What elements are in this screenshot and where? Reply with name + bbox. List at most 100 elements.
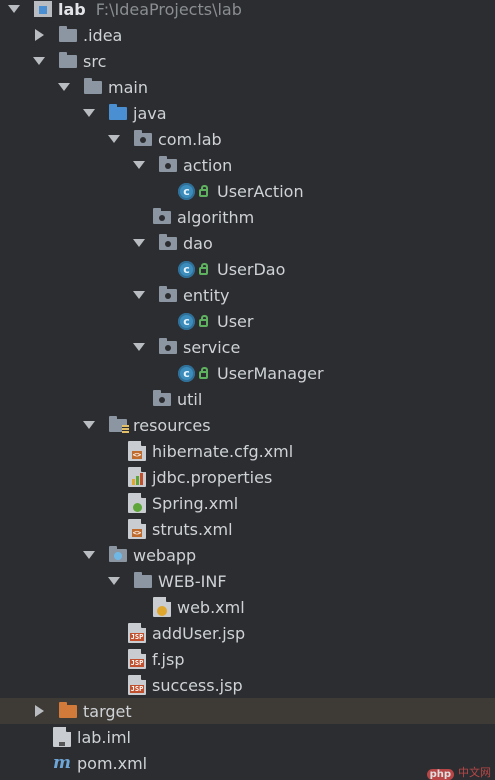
class-icon: c bbox=[178, 182, 195, 200]
chevron-down-icon[interactable] bbox=[133, 161, 145, 169]
lock-icon bbox=[199, 185, 208, 197]
xml-file-icon: <> bbox=[128, 519, 146, 539]
tree-item-label: com.lab bbox=[158, 129, 222, 149]
tree-item-label: addUser.jsp bbox=[152, 623, 246, 643]
tree-row-com-lab[interactable]: com.lab bbox=[0, 126, 495, 152]
class-icon: c bbox=[178, 312, 195, 330]
tree-row-user[interactable]: c User bbox=[0, 308, 495, 334]
tree-item-label: f.jsp bbox=[152, 649, 185, 669]
chevron-down-icon[interactable] bbox=[8, 5, 20, 13]
tree-item-label: hibernate.cfg.xml bbox=[152, 441, 294, 461]
tree-row-web-inf[interactable]: WEB-INF bbox=[0, 568, 495, 594]
lock-icon bbox=[199, 263, 208, 275]
chevron-down-icon[interactable] bbox=[108, 135, 120, 143]
web-folder-icon bbox=[109, 545, 127, 562]
tree-row-f-jsp[interactable]: JSP f.jsp bbox=[0, 646, 495, 672]
tree-row-jdbc-properties[interactable]: jdbc.properties bbox=[0, 464, 495, 490]
chevron-down-icon[interactable] bbox=[83, 109, 95, 117]
tree-item-label: target bbox=[83, 701, 132, 721]
tree-item-label: resources bbox=[133, 415, 211, 435]
tree-row-spring-xml[interactable]: Spring.xml bbox=[0, 490, 495, 516]
tree-row-util[interactable]: util bbox=[0, 386, 495, 412]
tree-row-lab[interactable]: lab F:\IdeaProjects\lab bbox=[0, 0, 495, 22]
tree-row-web-xml[interactable]: web.xml bbox=[0, 594, 495, 620]
jsp-file-icon: JSP bbox=[128, 649, 146, 669]
spring-file-icon bbox=[128, 493, 146, 513]
tree-item-label: src bbox=[83, 51, 107, 71]
tree-row-useraction[interactable]: c UserAction bbox=[0, 178, 495, 204]
tree-item-label: webapp bbox=[133, 545, 197, 565]
project-icon bbox=[34, 1, 52, 17]
tree-item-label: jdbc.properties bbox=[152, 467, 273, 487]
chevron-right-icon[interactable] bbox=[35, 29, 44, 41]
properties-file-icon bbox=[128, 467, 146, 487]
maven-file-icon: m bbox=[53, 753, 71, 773]
chevron-right-icon[interactable] bbox=[35, 705, 44, 717]
class-icon: c bbox=[178, 364, 195, 382]
watermark-text: 中文网 bbox=[458, 766, 491, 779]
tree-item-label: action bbox=[183, 155, 233, 175]
jsp-file-icon: JSP bbox=[128, 623, 146, 643]
package-icon bbox=[159, 285, 177, 302]
tree-item-label: java bbox=[133, 103, 167, 123]
project-path: F:\IdeaProjects\lab bbox=[95, 0, 242, 19]
tree-row-action[interactable]: action bbox=[0, 152, 495, 178]
chevron-down-icon[interactable] bbox=[108, 577, 120, 585]
tree-item-label: UserDao bbox=[217, 259, 286, 279]
tree-row-pom-xml[interactable]: m pom.xml bbox=[0, 750, 495, 776]
tree-item-label: algorithm bbox=[177, 207, 255, 227]
tree-item-label: success.jsp bbox=[152, 675, 243, 695]
chevron-down-icon[interactable] bbox=[33, 57, 45, 65]
web-xml-file-icon bbox=[153, 597, 171, 617]
chevron-down-icon[interactable] bbox=[83, 421, 95, 429]
tree-row-resources[interactable]: resources bbox=[0, 412, 495, 438]
tree-row-src[interactable]: src bbox=[0, 48, 495, 74]
package-icon bbox=[153, 389, 171, 406]
excluded-folder-icon bbox=[59, 701, 77, 718]
class-icon: c bbox=[178, 260, 195, 278]
chevron-down-icon[interactable] bbox=[83, 551, 95, 559]
tree-row-algorithm[interactable]: algorithm bbox=[0, 204, 495, 230]
watermark: php 中文网 bbox=[426, 766, 491, 780]
chevron-down-icon[interactable] bbox=[58, 83, 70, 91]
tree-row-dao[interactable]: dao bbox=[0, 230, 495, 256]
tree-item-label: service bbox=[183, 337, 241, 357]
package-icon bbox=[153, 207, 171, 224]
tree-row-entity[interactable]: entity bbox=[0, 282, 495, 308]
tree-item-label: lab bbox=[58, 0, 86, 19]
package-icon bbox=[134, 129, 152, 146]
package-icon bbox=[159, 233, 177, 250]
tree-row-struts-xml[interactable]: <> struts.xml bbox=[0, 516, 495, 542]
tree-row-webapp[interactable]: webapp bbox=[0, 542, 495, 568]
watermark-badge: php bbox=[426, 769, 454, 780]
source-folder-icon bbox=[109, 103, 127, 120]
chevron-down-icon[interactable] bbox=[133, 239, 145, 247]
tree-row-idea[interactable]: .idea bbox=[0, 22, 495, 48]
tree-item-label: User bbox=[217, 311, 254, 331]
lock-icon bbox=[199, 315, 208, 327]
tree-row-lab-iml[interactable]: lab.iml bbox=[0, 724, 495, 750]
xml-file-icon: <> bbox=[128, 441, 146, 461]
chevron-down-icon[interactable] bbox=[133, 291, 145, 299]
tree-row-hibernate-cfg-xml[interactable]: <> hibernate.cfg.xml bbox=[0, 438, 495, 464]
tree-row-success-jsp[interactable]: JSP success.jsp bbox=[0, 672, 495, 698]
package-icon bbox=[159, 337, 177, 354]
tree-item-label: main bbox=[108, 77, 148, 97]
tree-item-label: web.xml bbox=[177, 597, 245, 617]
folder-icon bbox=[84, 77, 102, 94]
tree-item-label: entity bbox=[183, 285, 230, 305]
tree-row-adduser-jsp[interactable]: JSP addUser.jsp bbox=[0, 620, 495, 646]
tree-row-usermanager[interactable]: c UserManager bbox=[0, 360, 495, 386]
tree-row-service[interactable]: service bbox=[0, 334, 495, 360]
chevron-down-icon[interactable] bbox=[133, 343, 145, 351]
folder-icon bbox=[59, 25, 77, 42]
jsp-file-icon: JSP bbox=[128, 675, 146, 695]
tree-row-main[interactable]: main bbox=[0, 74, 495, 100]
resources-folder-icon bbox=[109, 415, 129, 434]
tree-row-target[interactable]: target bbox=[0, 698, 495, 724]
tree-row-java[interactable]: java bbox=[0, 100, 495, 126]
tree-row-userdao[interactable]: c UserDao bbox=[0, 256, 495, 282]
package-icon bbox=[159, 155, 177, 172]
tree-item-label: lab.iml bbox=[77, 727, 131, 747]
iml-file-icon bbox=[53, 727, 71, 747]
